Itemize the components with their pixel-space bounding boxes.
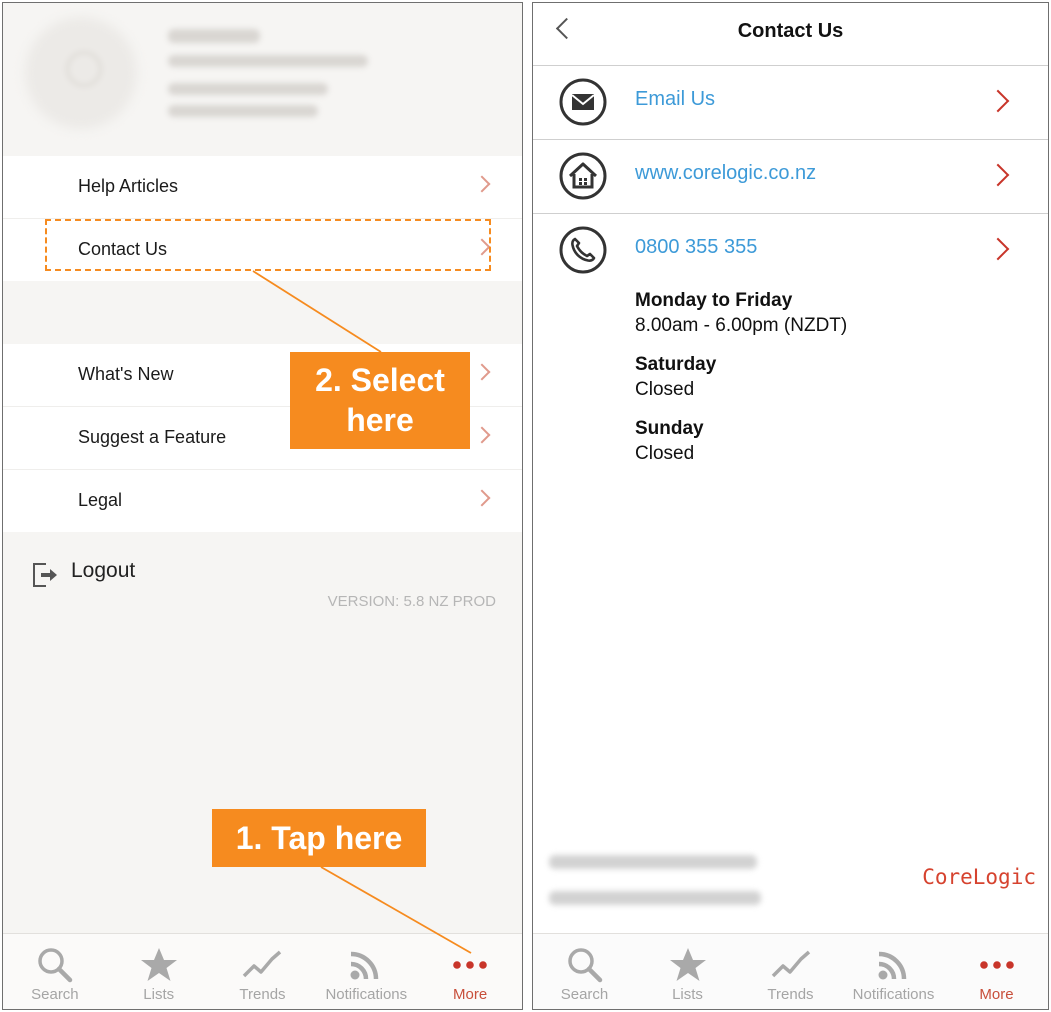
menu-item-label: Suggest a Feature [78,427,227,447]
tab-label: Search [560,986,609,1003]
menu-item-help-articles[interactable]: Help Articles [3,156,522,219]
contact-us-highlight [45,219,491,271]
tab-label: Lists [672,986,703,1003]
blurred-detail [168,55,368,67]
avatar [31,23,131,123]
tab-search[interactable]: Search [3,934,107,1009]
logout-button[interactable]: Logout [3,551,522,595]
rss-icon [878,951,906,980]
hours-sunday: Sunday Closed [635,417,704,467]
chevron-right-icon [986,163,1010,187]
contact-us-screen: Contact Us Email Us www.corelogic.co.nz … [532,2,1049,1010]
trend-icon [243,950,282,978]
menu-item-legal[interactable]: Legal [3,470,522,532]
phone-row[interactable]: 0800 355 355 [533,214,1048,287]
hours-time-label: 8.00am - 6.00pm (NZDT) [635,315,848,336]
tab-trends[interactable]: Trends [739,934,842,1009]
tab-label: Lists [143,986,175,1003]
blurred-username [549,891,761,905]
website-link[interactable]: www.corelogic.co.nz [635,162,816,185]
phone-icon [559,226,607,274]
phone-link[interactable]: 0800 355 355 [635,236,757,259]
chevron-right-icon [473,489,491,507]
tab-label: Notifications [325,986,408,1003]
hours-day-label: Monday to Friday [635,290,793,311]
blurred-account-id [549,855,757,869]
tab-notifications[interactable]: Notifications [314,934,418,1009]
tab-label: Trends [239,986,286,1003]
menu-item-label: Help Articles [78,176,179,196]
star-icon [140,948,177,981]
chevron-right-icon [473,175,491,193]
chevron-right-icon [986,237,1010,261]
trend-icon [771,950,810,978]
callout-select-here: 2. Select here [290,352,470,449]
version-label: VERSION: 5.8 NZ PROD [327,593,496,610]
corelogic-logo: CoreLogic [922,865,1036,889]
tab-trends[interactable]: Trends [211,934,315,1009]
more-screen: Help Articles Contact Us What's New Sugg… [2,2,523,1010]
email-link[interactable]: Email Us [635,88,715,111]
more-icon [453,961,487,969]
tab-label: Trends [767,986,814,1003]
chevron-right-icon [473,426,491,444]
hours-day-label: Saturday [635,354,717,375]
tab-lists[interactable]: Lists [107,934,211,1009]
tab-more[interactable]: More [945,934,1048,1009]
hours-time-label: Closed [635,379,695,400]
chevron-right-icon [473,363,491,381]
home-icon [559,152,607,200]
nav-header: Contact Us [533,3,1048,66]
tab-bar: Search Lists Trends Notifications More [533,933,1048,1009]
chevron-right-icon [986,89,1010,113]
page-title: Contact Us [737,20,844,42]
tab-label: More [452,986,488,1003]
logout-icon [33,563,57,587]
tab-lists[interactable]: Lists [636,934,739,1009]
blurred-detail [168,83,328,95]
website-row[interactable]: www.corelogic.co.nz [533,140,1048,214]
menu-item-label: What's New [78,364,174,384]
logout-label: Logout [71,559,136,582]
hours-saturday: Saturday Closed [635,353,716,403]
tab-label: Search [31,986,79,1003]
envelope-icon [559,78,607,126]
tab-search[interactable]: Search [533,934,636,1009]
more-icon [979,961,1014,969]
hours-day-label: Sunday [635,418,704,439]
menu-item-label: Legal [78,490,123,510]
blurred-name [168,29,260,43]
star-icon [669,948,706,981]
search-icon [567,948,602,983]
tab-bar: Search Lists Trends Notifications More [3,933,522,1009]
hours-time-label: Closed [635,443,695,464]
tab-more[interactable]: More [418,934,522,1009]
tab-label: Notifications [852,986,935,1003]
callout-tap-here: 1. Tap here [212,809,426,867]
profile-header [3,3,522,155]
hours-weekday: Monday to Friday 8.00am - 6.00pm (NZDT) [635,289,847,339]
rss-icon [350,951,379,980]
search-icon [38,948,73,983]
email-row[interactable]: Email Us [533,66,1048,140]
tab-notifications[interactable]: Notifications [842,934,945,1009]
blurred-detail [168,105,318,117]
tab-label: More [979,986,1014,1003]
